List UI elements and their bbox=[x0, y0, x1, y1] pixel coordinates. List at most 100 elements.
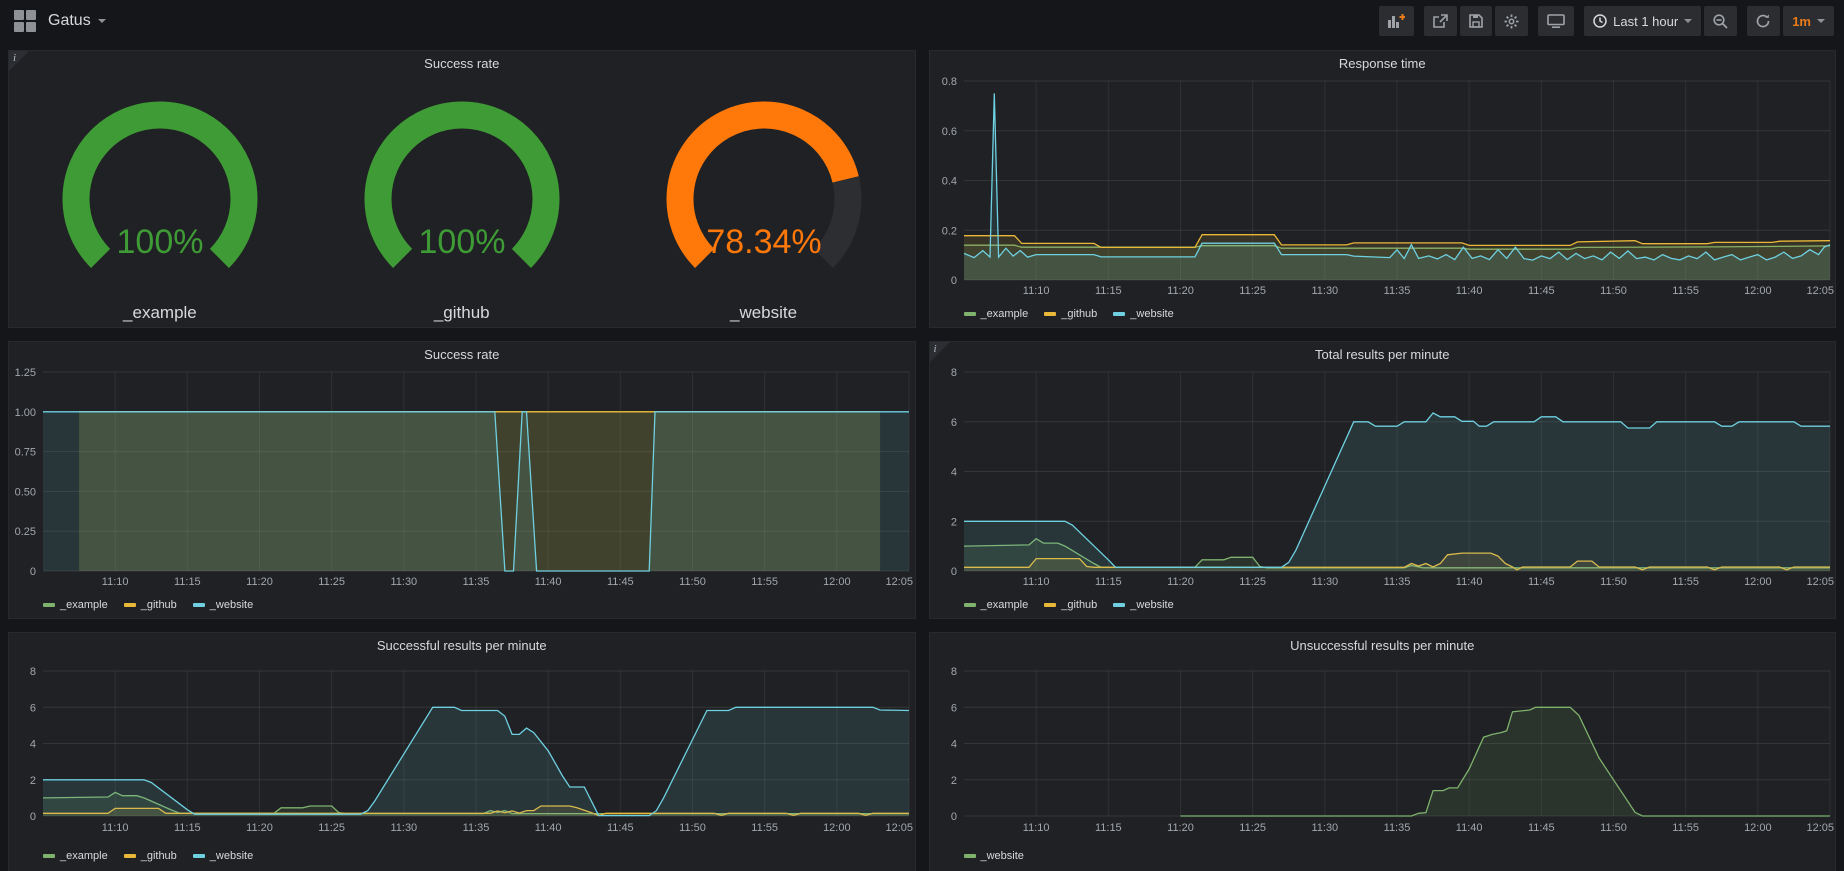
svg-text:0.50: 0.50 bbox=[15, 486, 36, 498]
chart-legend: _example _github _website bbox=[13, 599, 915, 611]
legend-item-github[interactable]: _github bbox=[1044, 308, 1097, 320]
legend-item-example[interactable]: _example bbox=[43, 599, 108, 611]
panel-info-icon[interactable]: i bbox=[930, 342, 950, 362]
svg-text:0.75: 0.75 bbox=[15, 447, 36, 459]
panel-title[interactable]: Unsuccessful results per minute bbox=[930, 633, 1836, 659]
svg-text:11:45: 11:45 bbox=[1527, 285, 1554, 297]
chart-legend: _example _github _website bbox=[13, 850, 915, 862]
panel-title[interactable]: Success rate bbox=[9, 51, 915, 77]
panel-title[interactable]: Success rate bbox=[9, 342, 915, 368]
legend-item-example[interactable]: _example bbox=[43, 850, 108, 862]
apps-grid-icon[interactable] bbox=[14, 10, 36, 32]
successful-results-chart: 8642011:1011:1511:2011:2511:3011:3511:40… bbox=[9, 659, 915, 862]
gear-icon bbox=[1504, 14, 1519, 29]
success-rate-chart: 1.251.000.750.500.25011:1011:1511:2011:2… bbox=[9, 368, 915, 611]
refresh-interval-dropdown[interactable]: 1m bbox=[1783, 6, 1834, 36]
chart-canvas[interactable]: 0.80.60.40.2011:1011:1511:2011:2511:3011… bbox=[934, 77, 1834, 301]
svg-text:11:50: 11:50 bbox=[1600, 576, 1627, 588]
legend-item-website[interactable]: _website bbox=[964, 850, 1024, 862]
svg-text:11:35: 11:35 bbox=[463, 822, 490, 834]
svg-text:11:35: 11:35 bbox=[1383, 285, 1410, 297]
svg-text:0: 0 bbox=[950, 811, 956, 823]
chart-canvas[interactable]: 8642011:1011:1511:2011:2511:3011:3511:40… bbox=[934, 659, 1834, 843]
svg-text:11:20: 11:20 bbox=[246, 822, 273, 834]
svg-text:11:45: 11:45 bbox=[607, 576, 634, 588]
legend-label: _example bbox=[60, 850, 108, 862]
chart-canvas[interactable]: 8642011:1011:1511:2011:2511:3011:3511:40… bbox=[13, 659, 913, 843]
share-button[interactable] bbox=[1424, 6, 1457, 36]
legend-label: _example bbox=[60, 599, 108, 611]
legend-swatch bbox=[193, 854, 205, 858]
legend-item-example[interactable]: _example bbox=[964, 308, 1029, 320]
legend-item-github[interactable]: _github bbox=[124, 850, 177, 862]
legend-item-website[interactable]: _website bbox=[1113, 599, 1173, 611]
svg-text:0.25: 0.25 bbox=[15, 526, 36, 538]
chevron-down-icon bbox=[1817, 19, 1825, 23]
time-range-picker[interactable]: Last 1 hour bbox=[1584, 6, 1701, 36]
save-button[interactable] bbox=[1460, 6, 1492, 36]
svg-text:6: 6 bbox=[30, 702, 36, 714]
svg-text:12:05: 12:05 bbox=[1806, 285, 1834, 297]
legend-swatch bbox=[964, 603, 976, 607]
legend-swatch bbox=[1113, 603, 1125, 607]
zoom-out-button[interactable] bbox=[1704, 6, 1737, 36]
panel-title[interactable]: Successful results per minute bbox=[9, 633, 915, 659]
refresh-button[interactable] bbox=[1747, 6, 1780, 36]
svg-text:11:30: 11:30 bbox=[1311, 822, 1338, 834]
legend-item-website[interactable]: _website bbox=[193, 850, 253, 862]
legend-item-github[interactable]: _github bbox=[124, 599, 177, 611]
panel-info-icon[interactable]: i bbox=[9, 51, 29, 71]
svg-text:11:40: 11:40 bbox=[535, 576, 562, 588]
svg-text:6: 6 bbox=[950, 417, 956, 429]
gauge-row: 100%_example100%_github78.34%_website bbox=[9, 77, 915, 323]
legend-swatch bbox=[964, 854, 976, 858]
gauge-arc: 100% bbox=[30, 77, 290, 303]
svg-text:6: 6 bbox=[950, 702, 956, 714]
dashboard-title: Gatus bbox=[48, 12, 91, 30]
chart-canvas[interactable]: 8642011:1011:1511:2011:2511:3011:3511:40… bbox=[934, 368, 1834, 592]
svg-text:11:50: 11:50 bbox=[1600, 285, 1627, 297]
svg-text:11:25: 11:25 bbox=[318, 576, 345, 588]
zoom-out-icon bbox=[1713, 14, 1728, 29]
legend-item-github[interactable]: _github bbox=[1044, 599, 1097, 611]
gauge-label: _example bbox=[123, 303, 197, 323]
legend-label: _website bbox=[981, 850, 1024, 862]
legend-item-example[interactable]: _example bbox=[964, 599, 1029, 611]
gauge-arc: 100% bbox=[332, 77, 592, 303]
legend-item-website[interactable]: _website bbox=[1113, 308, 1173, 320]
legend-item-website[interactable]: _website bbox=[193, 599, 253, 611]
svg-text:11:30: 11:30 bbox=[390, 576, 417, 588]
chart-legend: _website bbox=[934, 850, 1836, 862]
chevron-down-icon bbox=[1684, 19, 1692, 23]
svg-text:12:05: 12:05 bbox=[885, 576, 913, 588]
svg-text:100%: 100% bbox=[418, 223, 505, 261]
legend-swatch bbox=[124, 603, 136, 607]
panel-success-rate-timeseries: Success rate 1.251.000.750.500.25011:101… bbox=[8, 341, 916, 619]
settings-button[interactable] bbox=[1495, 6, 1528, 36]
panel-title[interactable]: Total results per minute bbox=[930, 342, 1836, 368]
svg-text:11:10: 11:10 bbox=[102, 822, 129, 834]
svg-text:11:20: 11:20 bbox=[246, 576, 273, 588]
panel-title[interactable]: Response time bbox=[930, 51, 1836, 77]
panel-response-time: Response time 0.80.60.40.2011:1011:1511:… bbox=[929, 50, 1837, 328]
gauge-label: _website bbox=[730, 303, 797, 323]
svg-text:11:20: 11:20 bbox=[1167, 822, 1194, 834]
svg-text:4: 4 bbox=[950, 467, 956, 479]
add-panel-icon bbox=[1388, 14, 1405, 28]
svg-text:11:10: 11:10 bbox=[102, 576, 129, 588]
dashboard-title-dropdown[interactable]: Gatus bbox=[48, 12, 106, 30]
add-panel-button[interactable] bbox=[1379, 6, 1414, 36]
svg-text:12:05: 12:05 bbox=[885, 822, 913, 834]
svg-text:11:30: 11:30 bbox=[1311, 285, 1338, 297]
svg-text:11:25: 11:25 bbox=[1239, 576, 1266, 588]
time-range-label: Last 1 hour bbox=[1613, 14, 1678, 29]
svg-text:11:15: 11:15 bbox=[1094, 576, 1121, 588]
tv-mode-button[interactable] bbox=[1538, 6, 1574, 36]
svg-text:8: 8 bbox=[950, 666, 956, 678]
svg-text:0: 0 bbox=[30, 811, 36, 823]
legend-label: _website bbox=[210, 599, 253, 611]
svg-text:11:20: 11:20 bbox=[1167, 576, 1194, 588]
chart-canvas[interactable]: 1.251.000.750.500.25011:1011:1511:2011:2… bbox=[13, 368, 913, 592]
legend-swatch bbox=[124, 854, 136, 858]
svg-text:78.34%: 78.34% bbox=[706, 223, 821, 261]
